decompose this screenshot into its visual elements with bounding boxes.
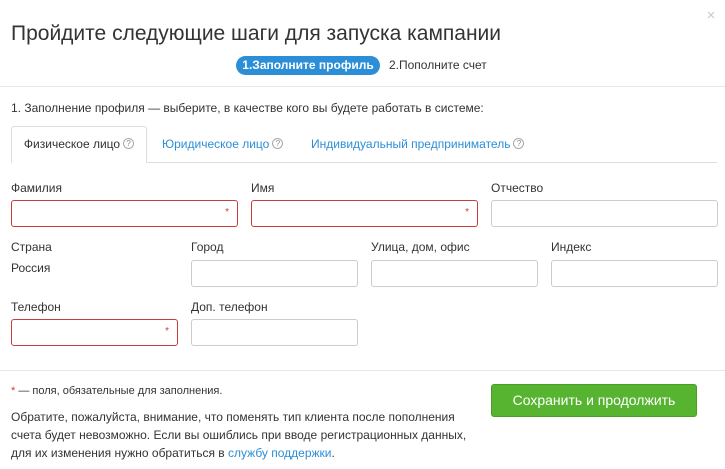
step-1-active: 1.Заполните профиль	[236, 56, 380, 75]
phone-field[interactable]: *	[11, 319, 178, 346]
profile-intro-text: 1. Заполнение профиля — выберите, в каче…	[11, 101, 484, 115]
first-name-label: Имя	[251, 181, 275, 195]
country-value: Россия	[11, 261, 51, 275]
required-mark: *	[225, 207, 229, 218]
step-2: 2.Пополните счет	[389, 58, 487, 72]
street-field[interactable]	[371, 260, 538, 287]
patronymic-field[interactable]	[491, 200, 718, 227]
note-end: .	[331, 446, 335, 460]
required-legend: * — поля, обязательные для заполнения.	[11, 385, 222, 397]
footer-divider	[0, 370, 725, 371]
close-icon[interactable]: ×	[704, 8, 718, 24]
last-name-label: Фамилия	[11, 181, 62, 195]
tab-individual[interactable]: Физическое лицо?	[11, 126, 147, 163]
save-and-continue-button[interactable]: Сохранить и продолжить	[491, 384, 697, 417]
last-name-input[interactable]	[12, 201, 237, 226]
extra-phone-field[interactable]	[191, 319, 358, 346]
street-label: Улица, дом, офис	[371, 240, 470, 254]
country-label: Страна	[11, 240, 52, 254]
patronymic-label: Отчество	[491, 181, 544, 195]
last-name-field[interactable]: *	[11, 200, 238, 227]
tab-sole-proprietor[interactable]: Индивидуальный предприниматель?	[311, 126, 525, 163]
extra-phone-input[interactable]	[192, 320, 357, 345]
city-label: Город	[191, 240, 224, 254]
help-icon[interactable]: ?	[123, 138, 135, 150]
zip-field[interactable]	[551, 260, 718, 287]
dialog-title: Пройдите следующие шаги для запуска камп…	[11, 22, 502, 45]
patronymic-input[interactable]	[492, 201, 717, 226]
tab-legal-entity[interactable]: Юридическое лицо?	[162, 126, 284, 163]
support-link[interactable]: службу поддержки	[228, 446, 331, 460]
tab-legal-entity-label: Юридическое лицо	[162, 137, 270, 151]
header-divider	[0, 86, 725, 87]
required-mark: *	[165, 326, 169, 337]
tab-sole-proprietor-label: Индивидуальный предприниматель	[311, 137, 511, 151]
phone-label: Телефон	[11, 300, 61, 314]
client-type-tabs: Физическое лицо? Юридическое лицо? Индив…	[11, 126, 717, 163]
city-input[interactable]	[192, 261, 357, 286]
help-icon[interactable]: ?	[272, 138, 284, 150]
phone-input[interactable]	[12, 320, 177, 345]
first-name-input[interactable]	[252, 201, 477, 226]
help-icon[interactable]: ?	[513, 138, 525, 150]
extra-phone-label: Доп. телефон	[191, 300, 268, 314]
first-name-field[interactable]: *	[251, 200, 478, 227]
zip-label: Индекс	[551, 240, 592, 254]
zip-input[interactable]	[552, 261, 717, 286]
tab-individual-label: Физическое лицо	[23, 137, 121, 151]
campaign-setup-dialog: Пройдите следующие шаги для запуска камп…	[0, 0, 725, 469]
required-mark: *	[465, 207, 469, 218]
street-input[interactable]	[372, 261, 537, 286]
required-legend-text: — поля, обязательные для заполнения.	[15, 385, 223, 397]
client-type-note: Обратите, пожалуйста, внимание, что поме…	[11, 408, 481, 462]
city-field[interactable]	[191, 260, 358, 287]
